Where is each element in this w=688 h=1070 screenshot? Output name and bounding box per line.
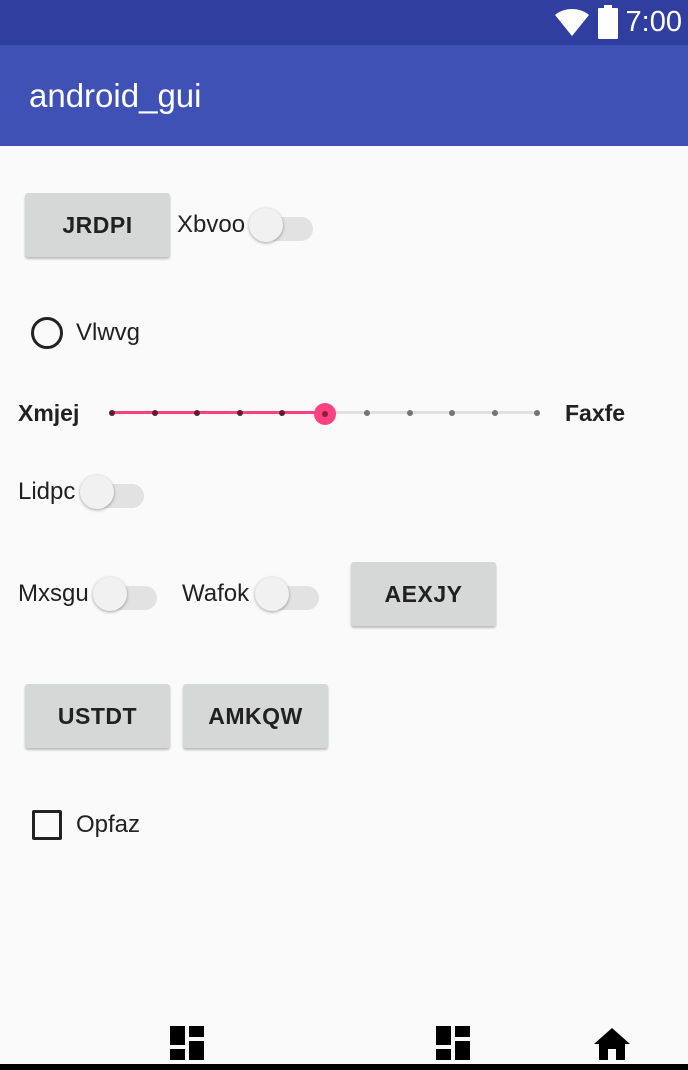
opfaz-label: Opfaz xyxy=(76,811,141,838)
slider-tick xyxy=(109,410,115,416)
mxsgu-label: Mxsgu xyxy=(18,580,89,607)
slider-tick xyxy=(279,410,285,416)
opfaz-checkbox[interactable] xyxy=(32,810,62,840)
vlwvg-label: Vlwvg xyxy=(76,319,141,346)
switch-thumb xyxy=(80,475,114,509)
slider-left-label: Xmjej xyxy=(18,400,80,426)
mxsgu-switch[interactable] xyxy=(93,573,159,613)
wafok-switch[interactable] xyxy=(255,573,321,613)
jrdpi-button[interactable]: JRDPI xyxy=(25,193,170,257)
xbvoo-label: Xbvoo xyxy=(177,211,246,238)
slider-tick xyxy=(236,410,243,416)
ustdt-button[interactable]: USTDT xyxy=(25,684,170,748)
vlwvg-radio[interactable] xyxy=(31,317,63,349)
status-bar: 7:00 xyxy=(0,0,688,45)
wafok-label: Wafok xyxy=(182,580,250,607)
slider-right-label: Faxfe xyxy=(565,400,626,426)
home-icon[interactable] xyxy=(594,1028,630,1060)
dashboard-icon[interactable] xyxy=(436,1026,470,1060)
slider-tick xyxy=(364,410,370,416)
app-bar: android_gui xyxy=(0,45,688,146)
battery-icon xyxy=(597,5,618,39)
slider-tick xyxy=(534,410,540,416)
switch-thumb xyxy=(255,577,289,611)
slider-tick xyxy=(449,410,455,416)
slider-tick xyxy=(151,410,158,416)
slider-tick xyxy=(406,410,413,416)
lidpc-label: Lidpc xyxy=(18,478,76,505)
dashboard-icon[interactable] xyxy=(170,1026,204,1060)
status-time: 7:00 xyxy=(625,6,682,38)
app-title: android_gui xyxy=(29,77,202,114)
amkqw-button[interactable]: AMKQW xyxy=(183,684,328,748)
status-icons: 7:00 xyxy=(554,4,682,40)
slider-thumb[interactable] xyxy=(313,403,336,425)
slider-track-active xyxy=(112,411,325,414)
switch-thumb xyxy=(93,577,127,611)
slider-tick xyxy=(194,410,200,416)
navigation-bar-edge xyxy=(0,1064,688,1070)
switch-thumb xyxy=(249,208,283,242)
xbvoo-switch[interactable] xyxy=(249,204,315,244)
wifi-icon xyxy=(554,9,589,36)
slider-tick xyxy=(491,410,498,416)
aexjy-button[interactable]: AEXJY xyxy=(351,562,496,626)
lidpc-switch[interactable] xyxy=(80,471,146,511)
